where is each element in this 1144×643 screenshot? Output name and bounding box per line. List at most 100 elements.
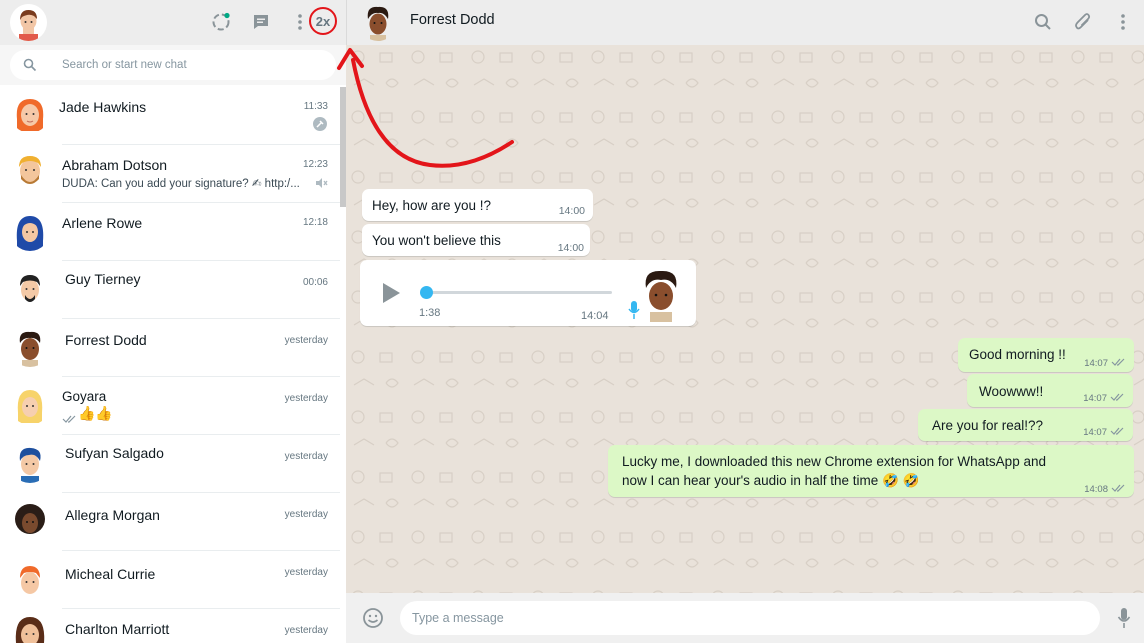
chat-time: yesterday [284,567,328,578]
chat-name: Allegra Morgan [65,507,160,523]
message-text: Are you for real!?? [932,418,1044,433]
chat-name: Charlton Marriott [65,621,170,637]
chat-time: 11:33 [303,101,328,112]
message-time: 14:00 [557,242,584,254]
avatar [10,327,50,367]
message-outgoing[interactable]: Lucky me, I downloaded this new Chrome e… [608,445,1134,497]
avatar [10,151,50,191]
message-input-box [400,601,1100,635]
sidebar-header: 2x [0,0,346,45]
message-text: Hey, how are you !? [372,198,492,213]
avatar [10,561,50,601]
menu-icon[interactable] [1120,13,1126,36]
chat-item-forrest-dodd[interactable]: Forrest Dodd yesterday [0,319,340,377]
chat-time: 12:23 [302,159,328,170]
message-time: 14:07 [1084,358,1108,369]
avatar [10,501,50,541]
emoji-icon[interactable] [362,607,384,634]
chat-item-sufyan-salgado[interactable]: Sufyan Salgado yesterday [0,435,340,493]
message-time: 14:00 [558,205,585,217]
chat-name: Micheal Currie [65,566,156,582]
chat-item-allegra-morgan[interactable]: Allegra Morgan yesterday [0,493,340,551]
chat-name: Sufyan Salgado [65,445,164,461]
conversation-header[interactable]: Forrest Dodd [346,0,1144,45]
avatar [10,385,50,425]
status-icon[interactable] [209,10,233,34]
search-icon [23,58,37,77]
avatar [10,613,50,643]
message-text: Good morning !! [969,347,1066,362]
chat-item-arlene-rowe[interactable]: Arlene Rowe 12:18 [0,203,340,261]
message-incoming[interactable]: You won't believe this 14:00 [362,224,590,256]
sender-avatar [636,266,686,322]
message-outgoing[interactable]: Woowww!! 14:07 [967,374,1133,407]
chat-name: Arlene Rowe [62,215,143,231]
chat-time: yesterday [284,451,328,462]
avatar [10,443,50,483]
chat-item-guy-tierney[interactable]: Guy Tierney 00:06 [0,261,340,319]
chat-name: Jade Hawkins [59,99,147,115]
muted-icon [314,176,328,195]
contact-avatar[interactable] [359,3,397,41]
menu-icon[interactable] [290,10,310,34]
avatar [10,93,50,133]
search-icon[interactable] [1034,13,1052,36]
chat-preview: 👍👍 [78,405,113,421]
chat-item-micheal-currie[interactable]: Micheal Currie yesterday [0,551,340,609]
chat-time: 00:06 [302,277,328,288]
compose-bar [346,593,1144,643]
read-ticks-icon [62,411,77,429]
avatar [10,269,50,309]
chat-item-jade-hawkins[interactable]: Jade Hawkins 11:33 [0,87,340,145]
message-input[interactable] [412,601,1082,635]
play-icon[interactable] [380,282,402,307]
chat-item-abraham-dotson[interactable]: Abraham Dotson 12:23 DUDA: Can you add y… [0,145,340,203]
read-ticks-icon [1110,427,1124,435]
search-input[interactable] [62,50,322,80]
chat-time: 12:18 [302,217,328,228]
search-bar [0,45,346,85]
message-time: 14:08 [1084,484,1108,495]
message-time: 14:07 [1083,427,1107,438]
chat-time: yesterday [284,625,328,636]
message-text: Woowww!! [979,384,1044,399]
message-time: 14:07 [1083,393,1107,404]
message-outgoing[interactable]: Are you for real!?? 14:07 [918,409,1133,441]
chat-name: Goyara [62,389,107,404]
chat-name: Abraham Dotson [62,157,168,173]
search-box [10,50,336,80]
voice-progress-thumb[interactable] [420,286,433,299]
message-text-line-2: now I can hear your's audio in half the … [622,473,920,488]
message-outgoing[interactable]: Good morning !! 14:07 [958,338,1134,372]
message-time: 14:04 [581,310,609,322]
microphone-icon[interactable] [1117,607,1131,634]
chat-time: yesterday [284,509,328,520]
chat-item-goyara[interactable]: Goyara yesterday 👍👍 [0,377,340,435]
chat-name: Guy Tierney [65,271,141,287]
sidebar: 2x Jade Hawkins 11:33 Abrah [0,0,347,643]
chat-item-charlton-marriott[interactable]: Charlton Marriott yesterday [0,609,340,643]
read-ticks-icon [1111,484,1125,492]
chat-time: yesterday [284,393,328,404]
voice-message[interactable]: 1:38 14:04 [360,260,696,326]
read-ticks-icon [1110,393,1124,401]
message-text-line-1: Lucky me, I downloaded this new Chrome e… [622,454,1046,469]
pinned-icon [313,117,327,136]
message-incoming[interactable]: Hey, how are you !? 14:00 [362,189,593,221]
attach-icon[interactable] [1074,12,1092,37]
new-chat-icon[interactable] [249,10,273,34]
read-ticks-icon [1111,358,1125,366]
voice-duration: 1:38 [419,307,441,319]
chat-time: yesterday [284,335,328,346]
chat-name: Forrest Dodd [65,332,147,348]
playback-speed-button[interactable]: 2x [309,7,337,35]
message-text: You won't believe this [372,233,501,248]
microphone-icon [628,300,640,323]
avatar [10,211,50,251]
chat-list: Jade Hawkins 11:33 Abraham Dotson 12:23 … [0,87,346,643]
my-avatar[interactable] [10,4,47,41]
contact-name: Forrest Dodd [410,12,495,28]
voice-progress-track[interactable] [426,291,612,294]
chat-preview: DUDA: Can you add your signature? ✍ http… [62,178,300,190]
conversation-panel: Forrest Dodd Hey, how are you !? 14:00 Y… [346,0,1144,643]
